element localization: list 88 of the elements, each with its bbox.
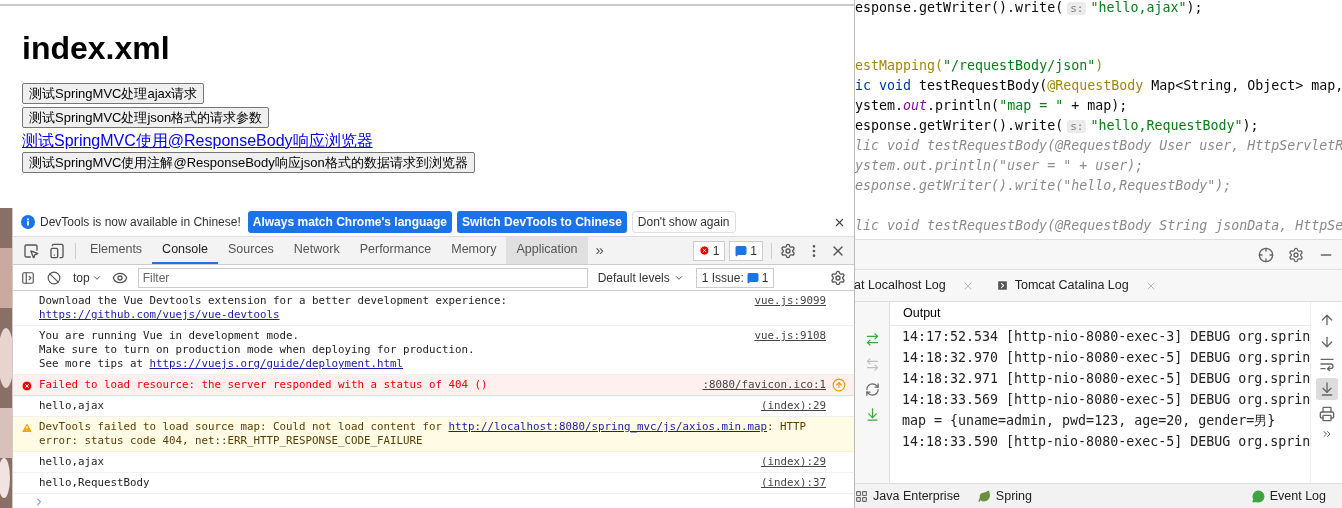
- error-icon: [698, 245, 710, 256]
- source-link[interactable]: vue.js:9108: [754, 329, 826, 343]
- warning-icon: [21, 422, 33, 434]
- settings-icon[interactable]: [830, 269, 846, 286]
- crosshair-icon[interactable]: [1258, 246, 1274, 263]
- log-line: 14:18:33.590 [http-nio-8080-exec-5] DEBUG org.sprin: [902, 433, 1310, 451]
- code-line: esponse.getWriter().write( s: "hello,RequestBody");: [855, 116, 1259, 135]
- more-tabs[interactable]: »: [587, 239, 612, 262]
- log-line: map = {uname=admin, pwd=123, age=20, gender=男}: [902, 412, 1276, 430]
- code-line: ystem.out.println("user = " + user);: [855, 157, 1144, 175]
- code-line: lic void testRequestBody(@RequestBody String jsonData, HttpSe: [855, 217, 1342, 235]
- message-text: DevTools failed to load source map: Could not load content for http://localhost:8080/spring_mvc/js/axios.min.map: HTTP: [39, 420, 807, 434]
- log-line: 14:17:52.534 [http-nio-8080-exec-3] DEBUG org.sprin: [902, 328, 1310, 346]
- sync-icon: [832, 378, 846, 392]
- message-text: Failed to load resource: the server responded with a status of 404 (): [39, 378, 488, 392]
- code-line: lic void testRequestBody(@RequestBody User user, HttpServletR: [855, 137, 1342, 155]
- tool-tab[interactable]: Tomcat Catalina Log: [1014, 276, 1129, 295]
- devtools-tab[interactable]: Memory: [441, 237, 507, 264]
- clear-icon[interactable]: [47, 270, 61, 285]
- page-button[interactable]: 测试SpringMVC处理json格式的请求参数: [22, 107, 270, 128]
- devtools-tab[interactable]: Sources: [218, 237, 284, 264]
- message-text: See more tips at https://vuejs.org/guide/deployment.html: [39, 357, 404, 371]
- source-link[interactable]: vue.js:9099: [754, 294, 826, 308]
- infobar-button[interactable]: Don't show again: [631, 211, 736, 233]
- issues-button[interactable]: 1 Issue: 1: [695, 267, 775, 288]
- code-line: ystem.out.println("map = " + map);: [855, 97, 1128, 115]
- error-icon: [21, 380, 33, 392]
- filter-field[interactable]: Filter: [137, 267, 588, 288]
- source-link[interactable]: (index):29: [761, 399, 826, 413]
- infobar-button[interactable]: Always match Chrome's language: [247, 211, 453, 233]
- settings-icon[interactable]: [780, 242, 796, 259]
- page-heading: index.xml: [22, 29, 170, 67]
- page-link[interactable]: 测试SpringMVC使用@ResponseBody响应浏览器: [22, 131, 373, 151]
- devtools-tab[interactable]: Elements: [80, 237, 153, 264]
- log-line: 14:18:32.971 [http-nio-8080-exec-5] DEBUG org.sprin: [902, 370, 1310, 388]
- more-icon[interactable]: [1320, 428, 1333, 440]
- context-dropdown[interactable]: top: [73, 268, 102, 287]
- transfer-icon[interactable]: [864, 332, 880, 347]
- console-link[interactable]: https://github.com/vuejs/vue-devtools: [39, 308, 280, 321]
- source-link[interactable]: (index):29: [761, 455, 826, 469]
- message-text: error: status code 404, net::ERR_HTTP_RESPONSE_CODE_FAILURE: [39, 434, 423, 448]
- terminal-icon: [995, 279, 1009, 292]
- code-line: esponse.getWriter().write( s: "hello,ajax");: [855, 0, 1203, 17]
- source-link[interactable]: :8080/favicon.ico:1: [702, 378, 826, 392]
- message-text: Download the Vue Devtools extension for a better development experience:: [39, 294, 508, 308]
- log-line: 14:18:32.970 [http-nio-8080-exec-5] DEBUG org.sprin: [902, 349, 1310, 367]
- page-button[interactable]: 测试SpringMVC处理ajax请求: [22, 83, 205, 104]
- code-line: ic void testRequestBody(@RequestBody Map<String, Object> map,: [855, 77, 1342, 95]
- wrap-icon[interactable]: [1318, 356, 1335, 372]
- status-item[interactable]: Spring: [977, 486, 1050, 506]
- status-item[interactable]: Event Log: [1251, 486, 1342, 506]
- tool-tab[interactable]: at Localhost Log: [854, 276, 946, 295]
- log-line: 14:18:33.569 [http-nio-8080-exec-5] DEBUG org.sprin: [902, 391, 1310, 409]
- console-link[interactable]: http://localhost:8080/spring_mvc/js/axios.min.map: [448, 420, 768, 433]
- message-text: Make sure to turn on production mode when deploying for production.: [39, 343, 475, 357]
- device-icon[interactable]: [49, 242, 65, 259]
- devtools-tab[interactable]: Network: [283, 237, 350, 264]
- message-icon: [746, 271, 759, 284]
- message-icon: [735, 244, 748, 257]
- print-icon[interactable]: [1318, 406, 1335, 422]
- enterprise-icon: [855, 489, 868, 503]
- spring-icon: [977, 489, 991, 503]
- message-text: You are running Vue in development mode.: [39, 329, 299, 343]
- page-button[interactable]: 测试SpringMVC使用注解@ResponseBody响应json格式的数据请求到浏览器: [22, 152, 475, 173]
- console-link[interactable]: https://vuejs.org/guide/deployment.html: [149, 357, 404, 370]
- devtools-tab[interactable]: Console: [152, 237, 218, 264]
- status-item[interactable]: Java Enterprise: [855, 486, 978, 506]
- infobar-message: DevTools is now available in Chinese!: [40, 214, 241, 231]
- infobar-button[interactable]: Switch DevTools to Chinese: [457, 211, 627, 233]
- message-count[interactable]: 1: [729, 240, 763, 261]
- message-text: hello,ajax: [39, 455, 104, 469]
- message-text: hello,ajax: [39, 399, 104, 413]
- info-icon: [21, 215, 35, 229]
- error-count[interactable]: 1: [692, 240, 726, 261]
- refresh-icon[interactable]: [864, 382, 880, 397]
- inspect-icon[interactable]: [23, 242, 39, 259]
- output-label: Output: [903, 305, 941, 323]
- devtools-tab[interactable]: Performance: [349, 237, 442, 264]
- scroll-end-toggle[interactable]: [1315, 378, 1338, 400]
- code-line: estMapping("/requestBody/json"): [855, 57, 1104, 75]
- levels-dropdown[interactable]: Default levels: [597, 268, 684, 287]
- source-link[interactable]: (index):37: [761, 476, 826, 490]
- code-line: esponse.getWriter().write("hello,RequestBody");: [855, 177, 1232, 195]
- events-icon: [1251, 489, 1265, 503]
- sidebar-icon[interactable]: [21, 270, 35, 285]
- message-text: hello,RequestBody: [39, 476, 150, 490]
- devtools-tab[interactable]: Application: [506, 237, 588, 264]
- settings-icon[interactable]: [1288, 246, 1304, 263]
